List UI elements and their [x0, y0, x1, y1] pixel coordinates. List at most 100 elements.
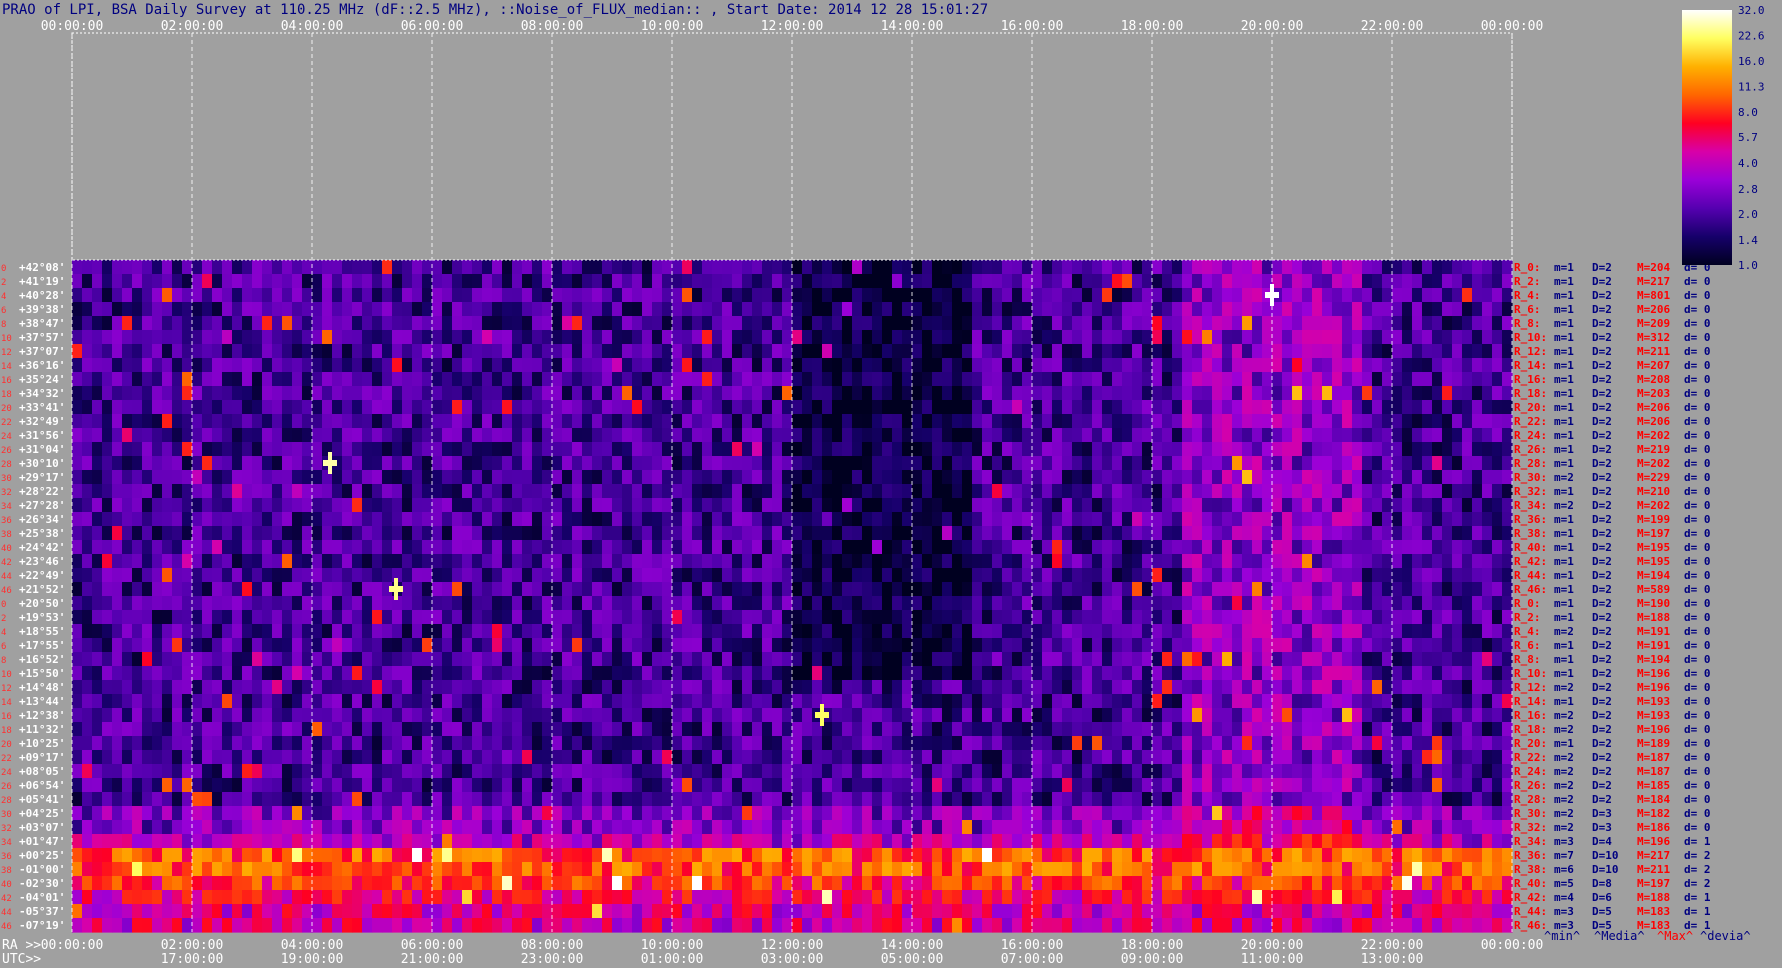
heatmap-cell — [752, 554, 763, 569]
heatmap-cell — [902, 442, 913, 457]
heatmap-cell — [922, 400, 933, 415]
heatmap-cell — [1262, 722, 1273, 737]
heatmap-cell — [1212, 708, 1223, 723]
heatmap-cell — [1092, 554, 1103, 569]
heatmap-cell — [1082, 512, 1093, 527]
heatmap-cell — [582, 288, 593, 303]
heatmap-cell — [1352, 708, 1363, 723]
heatmap-cell — [812, 596, 823, 611]
heatmap-cell — [1082, 540, 1093, 555]
heatmap-cell — [542, 260, 553, 275]
heatmap-cell — [852, 302, 863, 317]
heatmap-cell — [1452, 456, 1463, 471]
heatmap-cell — [1252, 470, 1263, 485]
heatmap-cell — [292, 568, 303, 583]
heatmap-cell — [1212, 596, 1223, 611]
heatmap-cell — [262, 498, 273, 513]
heatmap-cell — [1232, 610, 1243, 625]
heatmap-cell — [1432, 260, 1443, 275]
heatmap-cell — [1462, 638, 1473, 653]
heatmap-cell — [642, 610, 653, 625]
heatmap-cell — [1032, 442, 1043, 457]
heatmap-cell — [912, 358, 923, 373]
heatmap-cell — [912, 288, 923, 303]
heatmap-cell — [1192, 540, 1203, 555]
heatmap-cell — [552, 582, 563, 597]
heatmap-cell — [992, 722, 1003, 737]
heatmap-cell — [1262, 442, 1273, 457]
heatmap-cell — [202, 274, 213, 289]
heatmap-cell — [472, 484, 483, 499]
heatmap-cell — [862, 666, 873, 681]
heatmap-cell — [1142, 694, 1153, 709]
heatmap-cell — [1292, 386, 1303, 401]
heatmap-cell — [1202, 652, 1213, 667]
heatmap-cell — [1412, 554, 1423, 569]
heatmap-cell — [332, 260, 343, 275]
heatmap-cell — [422, 540, 433, 555]
heatmap-cell — [1302, 400, 1313, 415]
heatmap-cell — [872, 666, 883, 681]
heatmap-cell — [572, 666, 583, 681]
heatmap-cell — [882, 400, 893, 415]
heatmap-cell — [1042, 400, 1053, 415]
heatmap-cell — [362, 288, 373, 303]
heatmap-cell — [782, 456, 793, 471]
heatmap-cell — [542, 526, 553, 541]
heatmap-cell — [1242, 428, 1253, 443]
heatmap-cell — [472, 372, 483, 387]
heatmap-cell — [942, 428, 953, 443]
heatmap-cell — [452, 288, 463, 303]
heatmap-cell — [1462, 722, 1473, 737]
heatmap-cell — [922, 470, 933, 485]
heatmap-cell — [742, 400, 753, 415]
heatmap-cell — [462, 470, 473, 485]
heatmap-cell — [1202, 694, 1213, 709]
heatmap-cell — [962, 582, 973, 597]
heatmap-cell — [1392, 582, 1403, 597]
heatmap-cell — [1302, 442, 1313, 457]
heatmap-cell — [1152, 694, 1163, 709]
heatmap-cell — [872, 484, 883, 499]
heatmap-cell — [1342, 288, 1353, 303]
heatmap-cell — [1002, 260, 1013, 275]
heatmap-cell — [1202, 582, 1213, 597]
heatmap-cell — [1402, 624, 1413, 639]
heatmap-cell — [1342, 554, 1353, 569]
heatmap-cell — [1192, 596, 1203, 611]
heatmap-cell — [1162, 638, 1173, 653]
heatmap-cell — [232, 330, 243, 345]
heatmap-cell — [1442, 582, 1453, 597]
heatmap-cell — [302, 344, 313, 359]
heatmap-cell — [1062, 456, 1073, 471]
heatmap-cell — [1082, 274, 1093, 289]
heatmap-cell — [1372, 400, 1383, 415]
heatmap-cell — [1272, 722, 1283, 737]
heatmap-cell — [1442, 428, 1453, 443]
heatmap-cell — [1492, 526, 1503, 541]
heatmap-cell — [392, 666, 403, 681]
heatmap-cell — [712, 386, 723, 401]
heatmap-cell — [952, 470, 963, 485]
heatmap-cell — [922, 526, 933, 541]
heatmap-cell — [732, 330, 743, 345]
heatmap-cell — [122, 666, 133, 681]
heatmap-cell — [402, 512, 413, 527]
heatmap-cell — [1282, 316, 1293, 331]
heatmap-cell — [282, 288, 293, 303]
heatmap-cell — [512, 288, 523, 303]
heatmap-cell — [822, 736, 833, 751]
heatmap-cell — [82, 484, 93, 499]
heatmap-cell — [1332, 372, 1343, 387]
heatmap-cell — [922, 260, 933, 275]
heatmap-cell — [312, 386, 323, 401]
heatmap-cell — [1042, 330, 1053, 345]
heatmap-cell — [842, 302, 853, 317]
heatmap-cell — [1422, 470, 1433, 485]
heatmap-cell — [472, 274, 483, 289]
heatmap-cell — [1272, 442, 1283, 457]
heatmap-cell — [1482, 344, 1493, 359]
heatmap-cell — [1072, 344, 1083, 359]
heatmap-cell — [312, 736, 323, 751]
heatmap-cell — [242, 344, 253, 359]
